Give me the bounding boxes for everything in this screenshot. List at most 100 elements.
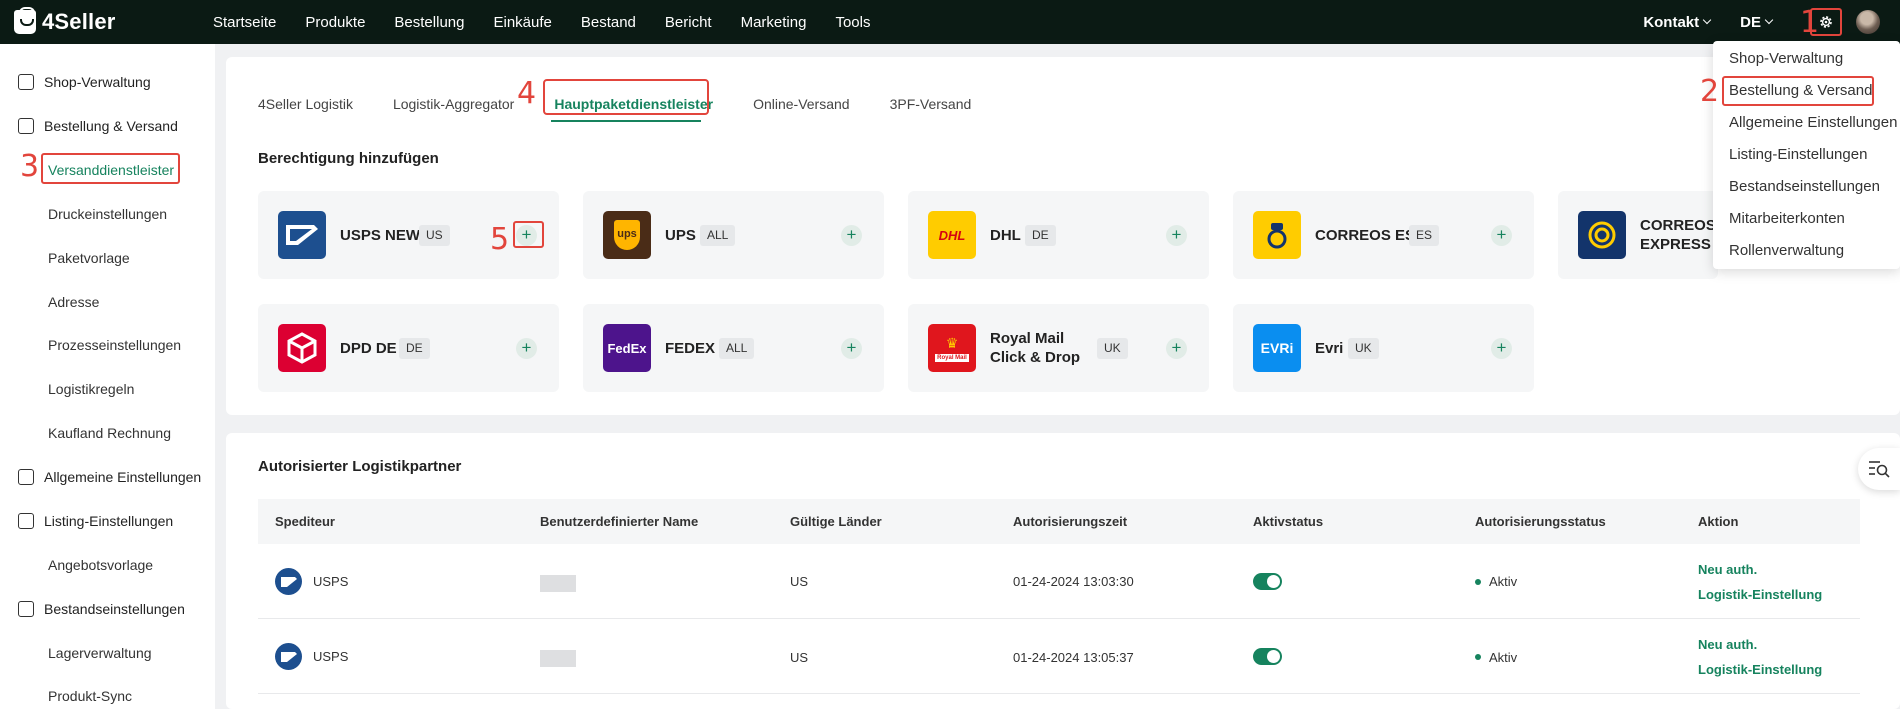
tab-online-versand[interactable]: Online-Versand [753, 84, 850, 124]
sidebar-item-label: Logistikregeln [48, 381, 135, 397]
sidebar-item-angebotsvorlage[interactable]: Angebotsvorlage [48, 554, 153, 576]
sidebar-item-bestandseinstellungen[interactable]: Bestandseinstellungen [18, 598, 185, 620]
dropdown-item-rollenverwaltung[interactable]: Rollenverwaltung [1729, 242, 1844, 259]
user-avatar[interactable] [1856, 10, 1880, 34]
store-icon [18, 74, 34, 90]
region-badge: DE [1025, 225, 1056, 246]
contact-label: Kontakt [1643, 13, 1700, 31]
sidebar-item-label: Druckeinstellungen [48, 206, 168, 222]
active-tab-indicator [551, 120, 701, 122]
add-carrier-button[interactable]: + [1166, 225, 1187, 246]
dropdown-item-shop-verwaltung[interactable]: Shop-Verwaltung [1729, 50, 1843, 67]
table-header: Spediteur Benutzerdefinierter Name Gülti… [258, 499, 1860, 544]
evri-logo-icon: EVRi [1253, 324, 1301, 372]
sidebar-item-druckeinstellungen[interactable]: Druckeinstellungen [48, 203, 167, 225]
region-badge: UK [1348, 338, 1379, 359]
carrier-name: Royal Mail Click & Drop [990, 330, 1081, 366]
nav-bestellung[interactable]: Bestellung [394, 14, 464, 31]
sidebar-item-prozesseinstellungen[interactable]: Prozesseinstellungen [48, 334, 181, 356]
add-carrier-button[interactable]: + [841, 225, 862, 246]
dropdown-item-allgemeine-einstellungen[interactable]: Allgemeine Einstellungen [1729, 114, 1897, 131]
tab-3pf-versand[interactable]: 3PF-Versand [890, 84, 972, 124]
sidebar-item-shop-verwaltung[interactable]: Shop-Verwaltung [18, 71, 151, 93]
sidebar-item-logistikregeln[interactable]: Logistikregeln [48, 378, 134, 400]
logistics-settings-link[interactable]: Logistik-Einstellung [1698, 587, 1822, 602]
reauth-link[interactable]: Neu auth. [1698, 637, 1757, 652]
sidebar-item-label: Paketvorlage [48, 250, 130, 266]
add-carrier-button[interactable]: + [1166, 338, 1187, 359]
warehouse-icon [18, 601, 34, 617]
top-navigation-bar: 4Seller Startseite Produkte Bestellung E… [0, 0, 1900, 44]
dpd-cube-icon [278, 324, 326, 372]
highlight-box-versanddienstleister [41, 153, 180, 184]
tab-logistik-aggregator[interactable]: Logistik-Aggregator [393, 84, 514, 124]
clipboard-icon [18, 118, 34, 134]
country-cell: US [790, 650, 809, 665]
dropdown-item-mitarbeiterkonten[interactable]: Mitarbeiterkonten [1729, 210, 1845, 227]
sidebar-item-label: Bestandseinstellungen [44, 601, 185, 617]
fedex-logo-icon: FedEx [603, 324, 651, 372]
carrier-card-correos-es: CORREOS ES ES + [1233, 191, 1534, 279]
add-carrier-button[interactable]: + [516, 338, 537, 359]
active-toggle[interactable] [1253, 573, 1282, 590]
nav-einkaeufe[interactable]: Einkäufe [493, 14, 551, 31]
chevron-down-icon [1702, 15, 1712, 25]
sidebar-item-adresse[interactable]: Adresse [48, 291, 99, 313]
nav-marketing[interactable]: Marketing [741, 14, 807, 31]
add-carrier-button[interactable]: + [1491, 338, 1512, 359]
tab-4seller-logistik[interactable]: 4Seller Logistik [258, 84, 353, 124]
carrier-name: Evri [1315, 340, 1344, 357]
carrier-card-royal-mail: ♛ Royal Mail Royal Mail Click & Drop UK … [908, 304, 1209, 392]
section-title-partner: Autorisierter Logistikpartner [258, 458, 462, 475]
sidebar-item-label: Lagerverwaltung [48, 645, 152, 661]
search-list-button[interactable] [1858, 448, 1900, 490]
reauth-link[interactable]: Neu auth. [1698, 562, 1757, 577]
section-title-add: Berechtigung hinzufügen [258, 150, 439, 167]
carrier-name: FEDEX [665, 340, 716, 357]
royal-mail-logo-icon: ♛ Royal Mail [928, 324, 976, 372]
auth-status-cell: Aktiv [1489, 650, 1518, 665]
carrier-name: USPS NEW [340, 227, 421, 244]
dropdown-item-bestandseinstellungen[interactable]: Bestandseinstellungen [1729, 178, 1880, 195]
sidebar-item-produkt-sync[interactable]: Produkt-Sync [48, 685, 132, 707]
add-carrier-button[interactable]: + [841, 338, 862, 359]
nav-bericht[interactable]: Bericht [665, 14, 712, 31]
table-row: USPS US 01-24-2024 13:05:37 Aktiv Neu au… [258, 619, 1860, 694]
carrier-cell: USPS [313, 649, 349, 664]
status-dot [1475, 654, 1481, 660]
region-badge: ES [1409, 225, 1440, 246]
annotation-5: 5 [490, 222, 510, 257]
column-header: Benutzerdefinierter Name [540, 514, 699, 529]
logistics-settings-link[interactable]: Logistik-Einstellung [1698, 662, 1822, 677]
nav-produkte[interactable]: Produkte [305, 14, 365, 31]
sidebar-item-label: Listing-Einstellungen [44, 513, 174, 529]
region-badge: DE [399, 338, 430, 359]
language-menu[interactable]: DE [1740, 14, 1774, 31]
nav-startseite[interactable]: Startseite [213, 14, 276, 31]
nav-tools[interactable]: Tools [835, 14, 870, 31]
nav-bestand[interactable]: Bestand [581, 14, 636, 31]
app-logo[interactable]: 4Seller [14, 7, 199, 35]
region-badge: ALL [700, 225, 736, 246]
sidebar-item-bestellung-versand[interactable]: Bestellung & Versand [18, 115, 178, 137]
contact-menu[interactable]: Kontakt [1643, 13, 1712, 31]
sidebar-item-label: Prozesseinstellungen [48, 337, 182, 353]
region-badge: US [419, 225, 450, 246]
dropdown-item-listing-einstellungen[interactable]: Listing-Einstellungen [1729, 146, 1867, 163]
add-carrier-button[interactable]: + [1491, 225, 1512, 246]
sidebar-item-allgemeine-einstellungen[interactable]: Allgemeine Einstellungen [18, 466, 201, 488]
sidebar-item-label: Adresse [48, 294, 100, 310]
search-list-icon [1869, 461, 1890, 478]
app-name: 4Seller [42, 9, 116, 34]
sidebar-item-label: Bestellung & Versand [44, 118, 178, 134]
sidebar-item-lagerverwaltung[interactable]: Lagerverwaltung [48, 642, 152, 664]
highlight-box-dropdown [1722, 76, 1874, 106]
sidebar-item-label: Allgemeine Einstellungen [44, 469, 202, 485]
sidebar-item-listing-einstellungen[interactable]: Listing-Einstellungen [18, 510, 173, 532]
sidebar-item-kaufland-rechnung[interactable]: Kaufland Rechnung [48, 422, 171, 444]
main-nav: Startseite Produkte Bestellung Einkäufe … [213, 14, 899, 31]
sidebar-item-paketvorlage[interactable]: Paketvorlage [48, 247, 130, 269]
active-toggle[interactable] [1253, 648, 1282, 665]
carrier-name: CORREOS EXPRESS [1640, 217, 1716, 253]
sidebar-item-label: Produkt-Sync [48, 688, 133, 704]
